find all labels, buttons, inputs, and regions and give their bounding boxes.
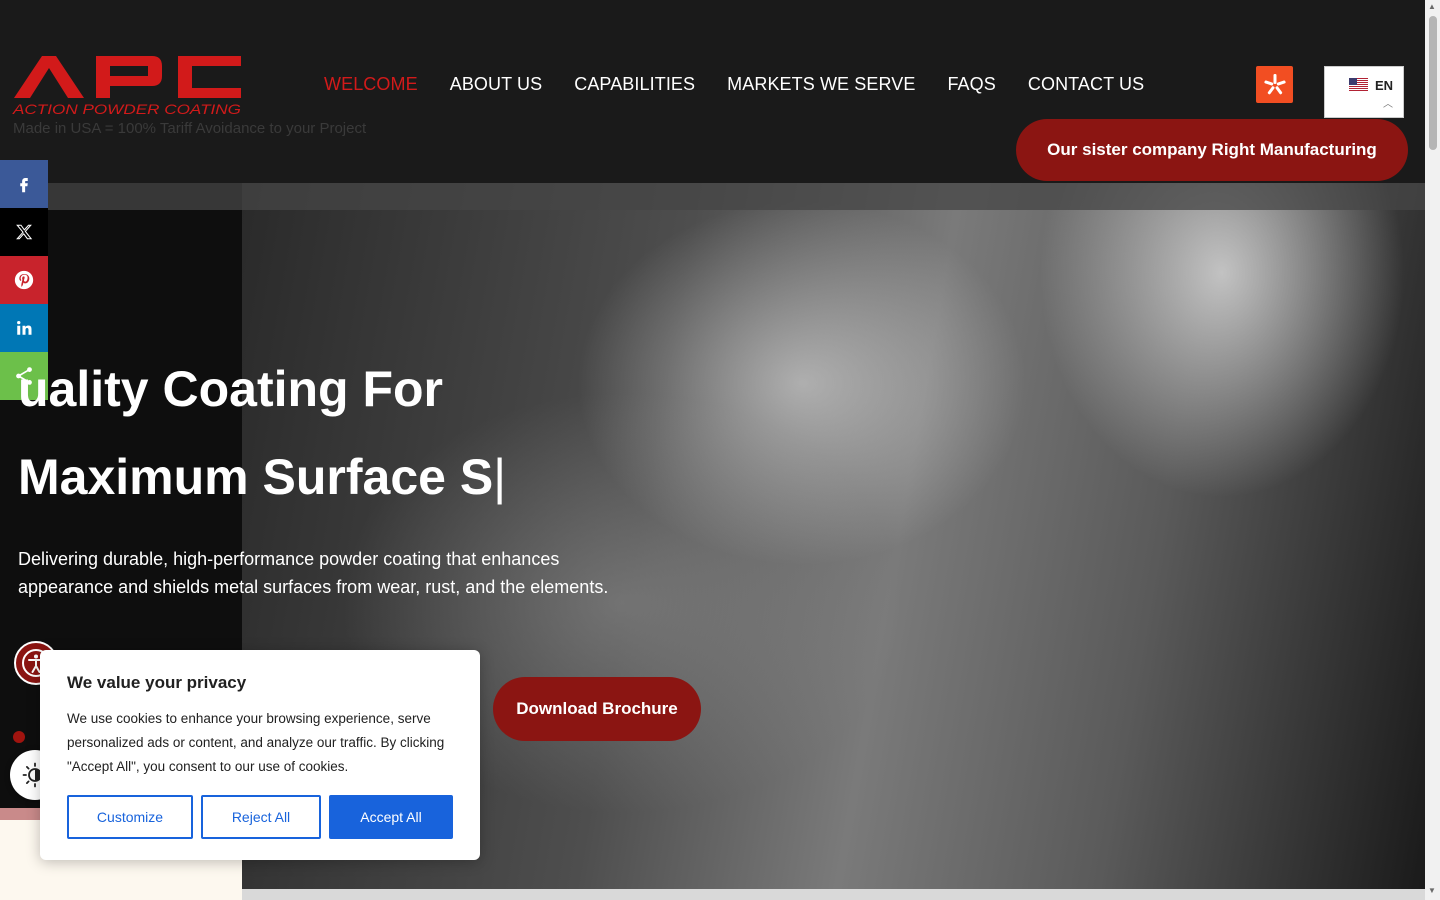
hero-title-line-2-text: Maximum Surface S	[18, 449, 494, 505]
pinterest-share-button[interactable]	[0, 256, 48, 304]
facebook-share-button[interactable]	[0, 160, 48, 208]
page-scrollbar[interactable]: ▲ ▼	[1425, 0, 1440, 900]
yelp-icon	[1263, 73, 1286, 94]
nav-welcome[interactable]: WELCOME	[324, 74, 418, 95]
cookie-customize-button[interactable]: Customize	[67, 795, 193, 839]
language-selector[interactable]: EN ︿	[1324, 66, 1404, 118]
hero-title-line-1: uality Coating For	[18, 361, 443, 417]
yelp-button[interactable]	[1256, 66, 1293, 103]
apc-logo[interactable]: ACTION POWDER COATING	[12, 52, 244, 118]
hero-description: Delivering durable, high-performance pow…	[18, 549, 609, 597]
language-code: EN	[1375, 78, 1394, 93]
x-share-button[interactable]	[0, 208, 48, 256]
nav-markets-we-serve[interactable]: MARKETS WE SERVE	[727, 74, 915, 95]
nav-contact-us[interactable]: CONTACT US	[1028, 74, 1144, 95]
hero-bottom-strip	[242, 889, 1425, 900]
facebook-icon	[20, 178, 28, 193]
site-header: ACTION POWDER COATING Made in USA = 100%…	[0, 0, 1425, 183]
hero-title: uality Coating For Maximum Surface S|	[18, 345, 506, 521]
apc-logo-mark: ACTION POWDER COATING	[12, 56, 241, 117]
chevron-up-icon: ︿	[1383, 99, 1393, 110]
scroll-up-arrow-icon[interactable]: ▲	[1428, 2, 1436, 11]
header-bottom-band	[0, 183, 1425, 210]
x-icon	[16, 224, 33, 240]
tagline: Made in USA = 100% Tariff Avoidance to y…	[13, 120, 367, 137]
pinterest-icon	[14, 270, 34, 290]
hero-slider-dot[interactable]	[13, 731, 25, 743]
download-brochure-button[interactable]: Download Brochure	[493, 677, 701, 741]
svg-text:ACTION POWDER COATING: ACTION POWDER COATING	[12, 101, 241, 117]
cookie-consent-banner: We value your privacy We use cookies to …	[40, 650, 480, 860]
cookie-accept-button[interactable]: Accept All	[329, 795, 453, 839]
typing-cursor: |	[493, 449, 507, 505]
sister-company-button[interactable]: Our sister company Right Manufacturing	[1016, 119, 1408, 181]
linkedin-icon	[17, 320, 32, 335]
cookie-body: We use cookies to enhance your browsing …	[67, 711, 445, 774]
nav-faqs[interactable]: FAQS	[947, 74, 995, 95]
hero-title-line-2: Maximum Surface S|	[18, 433, 506, 521]
nav-capabilities[interactable]: CAPABILITIES	[574, 74, 695, 95]
scrollbar-thumb[interactable]	[1429, 16, 1437, 150]
cookie-title: We value your privacy	[67, 673, 247, 692]
main-nav: WELCOME ABOUT US CAPABILITIES MARKETS WE…	[324, 74, 1144, 95]
cookie-reject-button[interactable]: Reject All	[201, 795, 321, 839]
us-flag-icon	[1349, 78, 1368, 91]
nav-about-us[interactable]: ABOUT US	[450, 74, 543, 95]
scroll-down-arrow-icon[interactable]: ▼	[1428, 886, 1436, 895]
